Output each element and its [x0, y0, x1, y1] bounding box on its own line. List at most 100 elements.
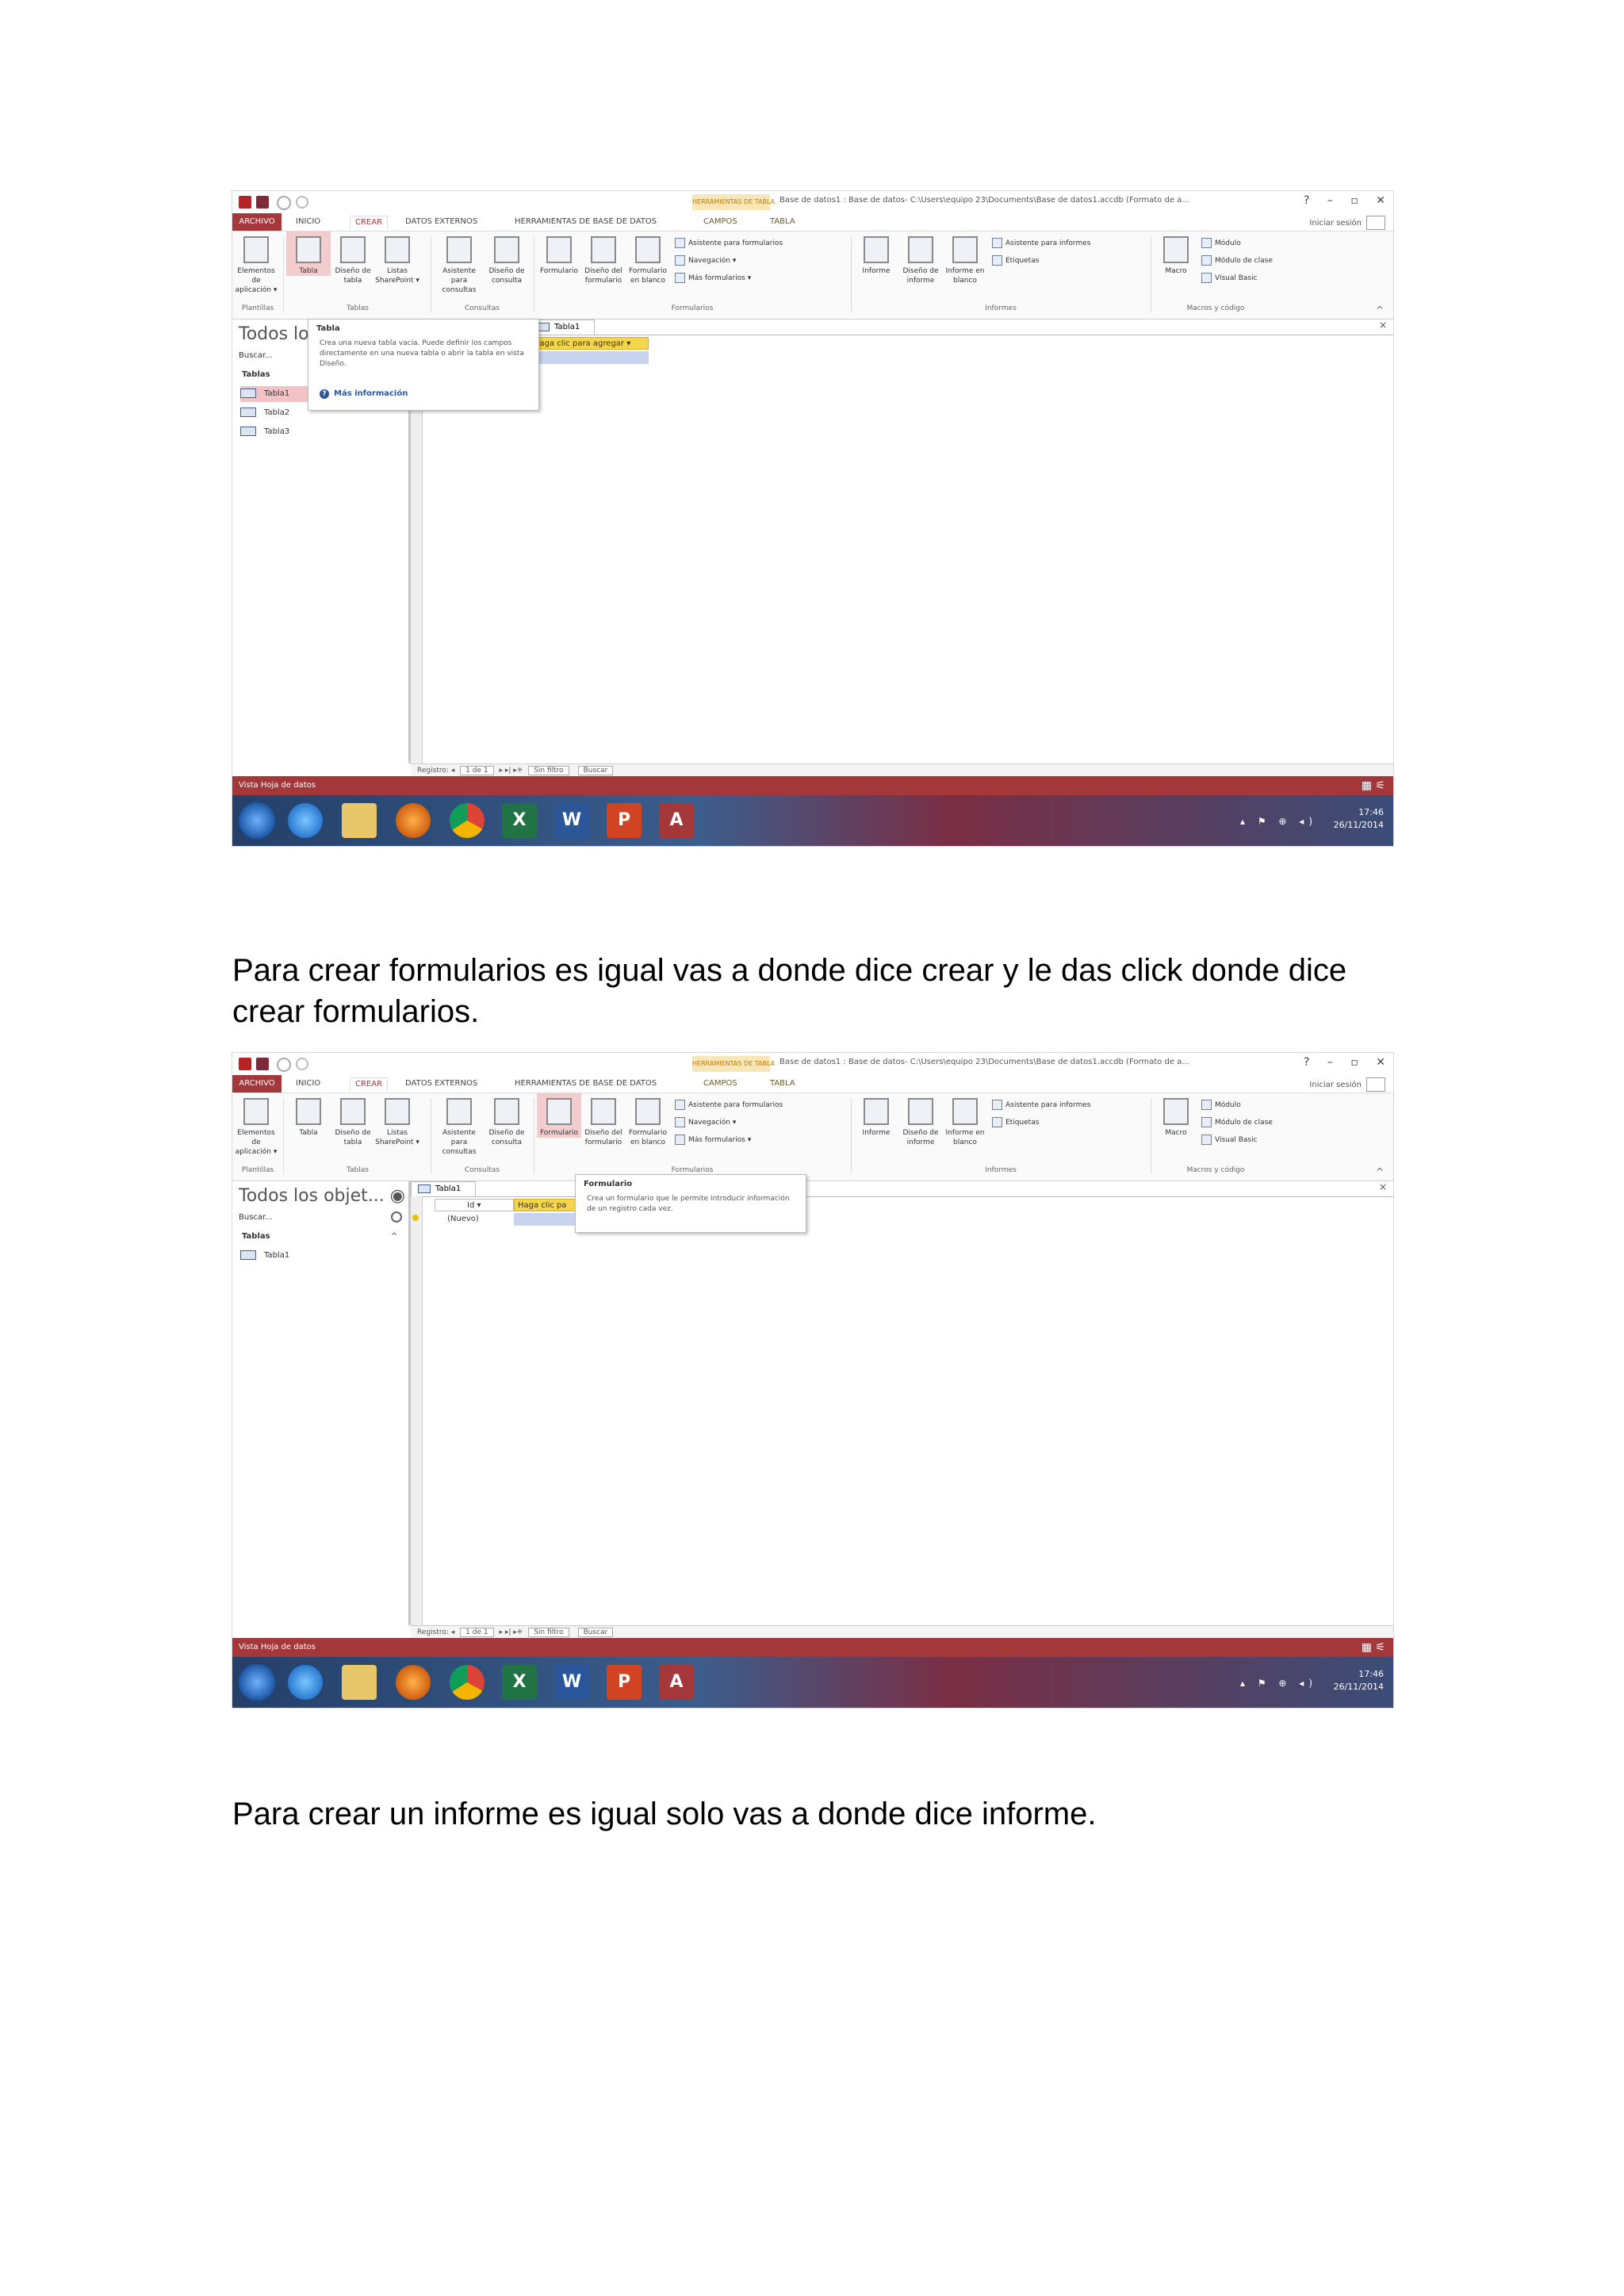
- filter-button[interactable]: Sin filtro: [528, 1628, 569, 1637]
- asistente-informes-button[interactable]: Asistente para informes: [992, 1100, 1090, 1110]
- tab-datos-externos[interactable]: DATOS EXTERNOS: [405, 1077, 477, 1090]
- tabla-button[interactable]: Tabla: [286, 232, 331, 276]
- tooltip-more-info-link[interactable]: ? Más información: [320, 389, 408, 399]
- record-position-input[interactable]: 1 de 1: [460, 1628, 494, 1637]
- filter-button[interactable]: Sin filtro: [528, 766, 569, 775]
- modulo-button[interactable]: Módulo: [1201, 238, 1241, 248]
- nav-item-tabla2[interactable]: Tabla2: [240, 405, 312, 421]
- window-controls[interactable]: ? – ▫ ✕: [1304, 194, 1385, 207]
- category-toggle-icon[interactable]: ^: [391, 1232, 397, 1241]
- record-position-input[interactable]: 1 de 1: [460, 766, 494, 775]
- nav-category-tablas[interactable]: Tablas: [242, 1232, 270, 1241]
- tab-archivo[interactable]: ARCHIVO: [232, 213, 282, 231]
- internet-explorer-icon[interactable]: [288, 803, 323, 838]
- informe-button[interactable]: Informe: [854, 1093, 898, 1138]
- mas-formularios-button[interactable]: Más formularios ▾: [675, 1135, 751, 1145]
- media-player-icon[interactable]: [396, 1665, 431, 1700]
- record-search-input[interactable]: Buscar: [577, 1628, 614, 1637]
- asistente-consultas-button[interactable]: Asistente para consultas: [437, 232, 481, 295]
- macro-button[interactable]: Macro: [1154, 1093, 1198, 1138]
- record-search-input[interactable]: Buscar: [577, 766, 614, 775]
- diseno-informe-button[interactable]: Diseño de informe: [898, 232, 943, 285]
- etiquetas-button[interactable]: Etiquetas: [992, 1117, 1039, 1127]
- diseno-tabla-button[interactable]: Diseño de tabla: [331, 232, 375, 285]
- tabla-button[interactable]: Tabla: [286, 1093, 331, 1138]
- column-header-add[interactable]: Haga clic pa: [514, 1199, 577, 1211]
- chrome-icon[interactable]: [450, 1665, 485, 1700]
- listas-sharepoint-button[interactable]: Listas SharePoint ▾: [375, 1093, 419, 1147]
- asistente-consultas-button[interactable]: Asistente para consultas: [437, 1093, 481, 1157]
- macro-button[interactable]: Macro: [1154, 232, 1198, 276]
- document-tab-tabla1[interactable]: Tabla1: [411, 1181, 476, 1196]
- clock[interactable]: 17:46 26/11/2014: [1334, 1668, 1384, 1693]
- collapse-ribbon-icon[interactable]: ^: [1376, 1166, 1384, 1177]
- save-icon[interactable]: [256, 196, 269, 209]
- tray-icons[interactable]: ▴ ⚑ ⊕ ◂): [1240, 816, 1317, 827]
- redo-icon[interactable]: [296, 196, 308, 209]
- first-record-button[interactable]: ◂: [451, 767, 455, 775]
- clock[interactable]: 17:46 26/11/2014: [1334, 806, 1384, 832]
- column-header-add[interactable]: Haga clic para agregar ▾: [530, 337, 649, 350]
- modulo-clase-button[interactable]: Módulo de clase: [1201, 1117, 1273, 1127]
- view-switch-icons[interactable]: ▦ ⚟: [1362, 776, 1385, 795]
- sign-in[interactable]: Iniciar sesión: [1309, 1077, 1385, 1092]
- navegacion-button[interactable]: Navegación ▾: [675, 1117, 736, 1127]
- etiquetas-button[interactable]: Etiquetas: [992, 255, 1039, 266]
- asistente-informes-button[interactable]: Asistente para informes: [992, 238, 1090, 248]
- undo-icon[interactable]: [277, 196, 291, 210]
- close-document-icon[interactable]: ×: [1379, 320, 1387, 331]
- next-record-buttons[interactable]: ▸ ▸| ▸✳: [499, 767, 523, 775]
- chrome-icon[interactable]: [450, 803, 485, 838]
- media-player-icon[interactable]: [396, 803, 431, 838]
- tab-crear[interactable]: CREAR: [350, 216, 389, 229]
- tab-datos-externos[interactable]: DATOS EXTERNOS: [405, 216, 477, 228]
- selected-cell[interactable]: [530, 351, 649, 364]
- next-record-buttons[interactable]: ▸ ▸| ▸✳: [499, 1628, 523, 1636]
- nav-title[interactable]: Todos los objet... ◉ «: [239, 1186, 421, 1206]
- nav-item-tabla1[interactable]: Tabla1: [240, 386, 312, 402]
- selected-cell[interactable]: [514, 1213, 577, 1226]
- informe-button[interactable]: Informe: [854, 232, 898, 276]
- tab-crear[interactable]: CREAR: [350, 1077, 389, 1091]
- asistente-formularios-button[interactable]: Asistente para formularios: [675, 238, 783, 248]
- sign-in[interactable]: Iniciar sesión: [1309, 216, 1385, 230]
- navegacion-button[interactable]: Navegación ▾: [675, 255, 736, 266]
- asistente-formularios-button[interactable]: Asistente para formularios: [675, 1100, 783, 1110]
- start-button-icon[interactable]: [239, 1664, 275, 1701]
- diseno-informe-button[interactable]: Diseño de informe: [898, 1093, 943, 1147]
- diseno-tabla-button[interactable]: Diseño de tabla: [331, 1093, 375, 1147]
- tab-tabla[interactable]: TABLA: [770, 216, 795, 228]
- elementos-aplicacion-button[interactable]: Elementos de aplicación ▾: [234, 232, 278, 295]
- nav-title[interactable]: Todos lo: [239, 324, 309, 344]
- tab-inicio[interactable]: INICIO: [296, 1077, 320, 1090]
- nav-category-tablas[interactable]: Tablas: [242, 370, 270, 379]
- formulario-button[interactable]: Formulario: [537, 1093, 581, 1138]
- redo-icon[interactable]: [296, 1058, 308, 1070]
- tab-archivo[interactable]: ARCHIVO: [232, 1075, 282, 1093]
- tab-inicio[interactable]: INICIO: [296, 216, 320, 228]
- informe-blanco-button[interactable]: Informe en blanco: [943, 1093, 987, 1147]
- formulario-blanco-button[interactable]: Formulario en blanco: [626, 232, 670, 285]
- view-switch-icons[interactable]: ▦ ⚟: [1362, 1638, 1385, 1657]
- window-controls[interactable]: ? – ▫ ✕: [1304, 1056, 1385, 1069]
- visual-basic-button[interactable]: Visual Basic: [1201, 273, 1258, 283]
- tab-tabla[interactable]: TABLA: [770, 1077, 795, 1090]
- diseno-consulta-button[interactable]: Diseño de consulta: [485, 1093, 529, 1147]
- undo-icon[interactable]: [277, 1058, 291, 1072]
- formulario-blanco-button[interactable]: Formulario en blanco: [626, 1093, 670, 1147]
- formulario-button[interactable]: Formulario: [537, 232, 581, 276]
- start-button-icon[interactable]: [239, 802, 275, 839]
- tab-herramientas[interactable]: HERRAMIENTAS DE BASE DE DATOS: [515, 216, 657, 228]
- nav-search-input[interactable]: Buscar...: [239, 1213, 273, 1222]
- nav-item-tabla1[interactable]: Tabla1: [240, 1248, 312, 1264]
- diseno-formulario-button[interactable]: Diseño del formulario: [581, 1093, 626, 1147]
- diseno-consulta-button[interactable]: Diseño de consulta: [485, 232, 529, 285]
- tab-campos[interactable]: CAMPOS: [703, 1077, 737, 1090]
- informe-blanco-button[interactable]: Informe en blanco: [943, 232, 987, 285]
- tab-campos[interactable]: CAMPOS: [703, 216, 737, 228]
- mas-formularios-button[interactable]: Más formularios ▾: [675, 273, 751, 283]
- visual-basic-button[interactable]: Visual Basic: [1201, 1135, 1258, 1145]
- elementos-aplicacion-button[interactable]: Elementos de aplicación ▾: [234, 1093, 278, 1157]
- nav-search-input[interactable]: Buscar...: [239, 351, 273, 360]
- modulo-clase-button[interactable]: Módulo de clase: [1201, 255, 1273, 266]
